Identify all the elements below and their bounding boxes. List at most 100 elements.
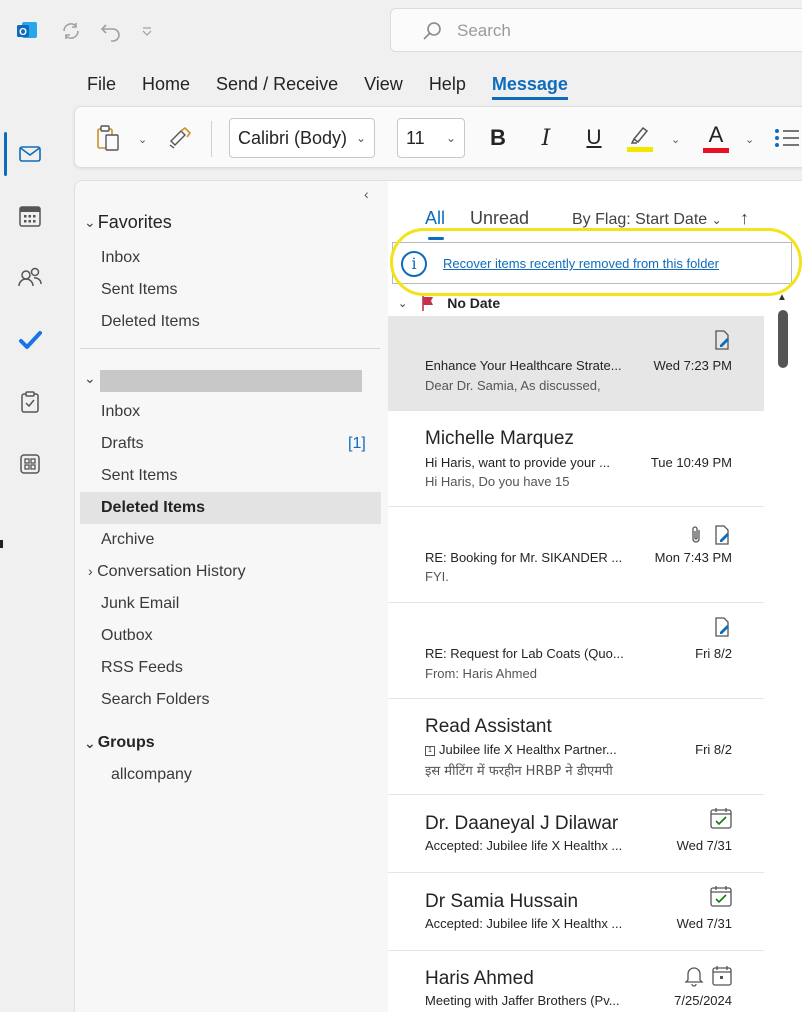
groups-header[interactable]: ⌄ Groups bbox=[84, 734, 155, 752]
folder-archive[interactable]: Archive bbox=[101, 531, 154, 549]
italic-button[interactable]: I bbox=[531, 121, 561, 155]
menu-message[interactable]: Message bbox=[479, 68, 581, 100]
quick-access-dropdown-icon[interactable] bbox=[134, 18, 160, 44]
message-icons bbox=[688, 525, 732, 545]
message-time: Wed 7:23 PM bbox=[653, 358, 732, 373]
paste-dropdown-icon[interactable]: ⌄ bbox=[138, 133, 147, 146]
scrollbar-thumb[interactable] bbox=[778, 310, 788, 368]
folder-deleted-items[interactable]: Deleted Items bbox=[101, 499, 205, 517]
draft-icon bbox=[715, 617, 729, 637]
message-sender: Haris Ahmed bbox=[425, 968, 534, 989]
message-preview: Dear Dr. Samia, As discussed, bbox=[425, 378, 601, 393]
chevron-down-icon: ⌄ bbox=[84, 734, 96, 751]
paste-icon[interactable] bbox=[93, 121, 123, 155]
sort-dropdown[interactable]: By Flag: Start Date ⌄ bbox=[572, 211, 722, 229]
format-painter-icon[interactable] bbox=[165, 121, 195, 155]
redacted-account-name bbox=[100, 370, 362, 392]
message-item[interactable]: Michelle Marquez Hi Haris, want to provi… bbox=[388, 411, 764, 507]
message-time: Fri 8/2 bbox=[695, 646, 732, 661]
flag-icon bbox=[422, 296, 434, 311]
draft-icon bbox=[715, 330, 729, 350]
message-subject: Enhance Your Healthcare Strate... bbox=[425, 358, 622, 373]
tab-all[interactable]: All bbox=[425, 208, 445, 229]
font-size-dropdown[interactable]: 11 ⌄ bbox=[397, 118, 465, 158]
message-item[interactable]: Haris Ahmed Meeting with Jaffer Brothers… bbox=[388, 951, 764, 1012]
message-item[interactable]: RE: Request for Lab Coats (Quo... Fri 8/… bbox=[388, 603, 764, 699]
group-header-no-date[interactable]: ⌄ No Date bbox=[398, 292, 500, 314]
highlight-icon[interactable] bbox=[625, 121, 655, 155]
chevron-down-icon: ⌄ bbox=[711, 213, 722, 227]
message-time: Tue 10:49 PM bbox=[650, 455, 732, 470]
message-preview: From: Haris Ahmed bbox=[425, 666, 537, 681]
menu-bar: File Home Send / Receive View Help Messa… bbox=[74, 68, 581, 100]
paperclip-icon bbox=[692, 526, 700, 543]
font-color-button[interactable]: A bbox=[701, 121, 731, 155]
folder-inbox[interactable]: Inbox bbox=[101, 403, 140, 421]
font-name-value: Calibri (Body) bbox=[238, 127, 348, 148]
ribbon-separator bbox=[211, 121, 212, 157]
favorite-deleted-items[interactable]: Deleted Items bbox=[101, 313, 200, 331]
menu-help[interactable]: Help bbox=[416, 68, 479, 100]
favorite-sent-items[interactable]: Sent Items bbox=[101, 281, 177, 299]
calendar-icon[interactable] bbox=[10, 196, 50, 236]
todo-icon[interactable] bbox=[10, 320, 50, 360]
message-item[interactable]: Dr Samia Hussain Accepted: Jubilee life … bbox=[388, 873, 764, 951]
group-allcompany[interactable]: allcompany bbox=[111, 766, 192, 784]
highlight-dropdown-icon[interactable]: ⌄ bbox=[671, 133, 680, 146]
message-subject: 1 Jubilee life X Healthx Partner... bbox=[425, 742, 617, 757]
message-icons bbox=[710, 885, 732, 907]
undo-icon[interactable] bbox=[98, 18, 124, 44]
draft-icon bbox=[715, 525, 729, 545]
account-header[interactable]: ⌄ bbox=[84, 370, 98, 387]
bell-icon bbox=[684, 967, 704, 987]
message-subject: Meeting with Jaffer Brothers (Pv... bbox=[425, 993, 620, 1008]
menu-home[interactable]: Home bbox=[129, 68, 203, 100]
svg-text:O: O bbox=[19, 27, 27, 38]
bold-button[interactable]: B bbox=[483, 121, 513, 155]
window-edge-mark bbox=[0, 540, 3, 548]
mail-icon[interactable] bbox=[10, 134, 50, 174]
calendar-icon bbox=[712, 966, 732, 986]
message-list-scrollbar[interactable]: ▲ bbox=[775, 292, 791, 1012]
folder-conversation-history[interactable]: › Conversation History bbox=[88, 563, 246, 581]
scroll-up-icon[interactable]: ▲ bbox=[777, 292, 787, 303]
people-icon[interactable] bbox=[10, 258, 50, 298]
message-sender: Read Assistant bbox=[425, 716, 552, 737]
message-item[interactable]: RE: Booking for Mr. SIKANDER ... Mon 7:4… bbox=[388, 507, 764, 603]
underline-button[interactable]: U bbox=[579, 121, 609, 155]
tasks-icon[interactable] bbox=[10, 382, 50, 422]
message-item[interactable]: Read Assistant 1 Jubilee life X Healthx P… bbox=[388, 699, 764, 795]
folder-junk-email[interactable]: Junk Email bbox=[101, 595, 179, 613]
bullets-icon[interactable] bbox=[771, 121, 801, 155]
message-item[interactable]: Dr. Daaneyal J Dilawar Accepted: Jubilee… bbox=[388, 795, 764, 873]
folder-conversation-history-label: Conversation History bbox=[97, 563, 246, 580]
font-color-dropdown-icon[interactable]: ⌄ bbox=[745, 133, 754, 146]
message-item[interactable]: Enhance Your Healthcare Strate... Wed 7:… bbox=[388, 316, 764, 411]
favorite-inbox[interactable]: Inbox bbox=[101, 249, 140, 267]
menu-send-receive[interactable]: Send / Receive bbox=[203, 68, 351, 100]
search-input[interactable]: Search bbox=[390, 8, 802, 52]
folder-sent-items[interactable]: Sent Items bbox=[101, 467, 177, 485]
tab-unread[interactable]: Unread bbox=[470, 208, 529, 229]
message-subject: Hi Haris, want to provide your ... bbox=[425, 455, 610, 470]
message-preview: Hi Haris, Do you have 15 bbox=[425, 474, 570, 489]
sync-icon[interactable] bbox=[58, 18, 84, 44]
message-time: Fri 8/2 bbox=[695, 742, 732, 757]
menu-file[interactable]: File bbox=[74, 68, 129, 100]
sort-label: By Flag: Start Date bbox=[572, 211, 708, 228]
collapse-pane-icon[interactable]: ‹ bbox=[364, 186, 369, 202]
message-preview: इस मीटिंग में फरहीन HRBP ने डीएमपी bbox=[425, 764, 613, 779]
groups-label: Groups bbox=[97, 734, 155, 751]
menu-view[interactable]: View bbox=[351, 68, 416, 100]
folder-rss-feeds[interactable]: RSS Feeds bbox=[101, 659, 183, 677]
chevron-down-icon: ⌄ bbox=[445, 131, 456, 145]
font-name-dropdown[interactable]: Calibri (Body) ⌄ bbox=[229, 118, 375, 158]
apps-icon[interactable] bbox=[10, 444, 50, 484]
folder-drafts[interactable]: Drafts bbox=[101, 435, 144, 453]
search-icon bbox=[423, 22, 441, 40]
folder-outbox[interactable]: Outbox bbox=[101, 627, 153, 645]
favorites-header[interactable]: ⌄ Favorites bbox=[84, 212, 172, 233]
folder-divider bbox=[80, 348, 380, 349]
sort-direction-icon[interactable]: ↑ bbox=[740, 208, 749, 229]
folder-search-folders[interactable]: Search Folders bbox=[101, 691, 210, 709]
